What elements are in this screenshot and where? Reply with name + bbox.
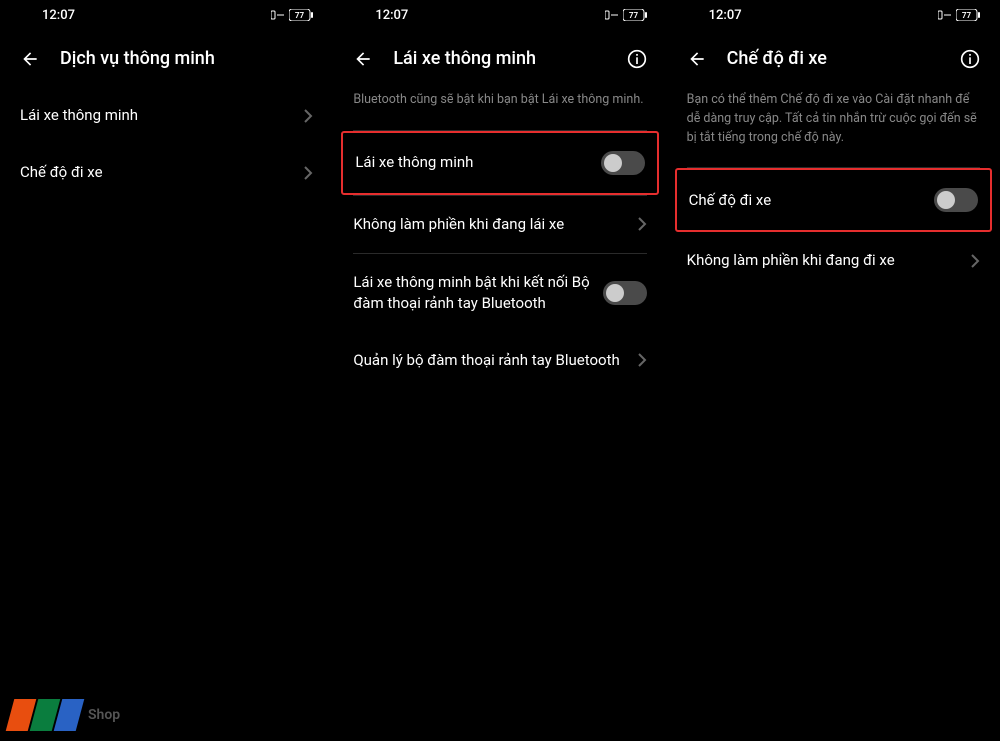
- header: Dịch vụ thông minh: [0, 30, 333, 87]
- toggle-label: Lái xe thông minh bật khi kết nối Bộ đàm…: [353, 272, 602, 314]
- fpt-shop-logo: Shop: [10, 699, 120, 731]
- menu-item-smart-driving[interactable]: Lái xe thông minh: [0, 87, 333, 144]
- menu-label: Không làm phiền khi đang lái xe: [353, 214, 636, 235]
- page-title: Dịch vụ thông minh: [60, 48, 313, 69]
- battery-level-icon: 77: [289, 9, 313, 21]
- status-right: 77: [271, 9, 313, 21]
- svg-text:77: 77: [295, 11, 305, 20]
- header: Lái xe thông minh: [333, 30, 666, 87]
- menu-item-dnd-driving[interactable]: Không làm phiền khi đang lái xe: [333, 196, 666, 253]
- battery-level-icon: 77: [956, 9, 980, 21]
- info-icon[interactable]: [627, 49, 647, 69]
- status-bar: 12:07 77: [333, 0, 666, 30]
- menu-label: Quản lý bộ đàm thoại rảnh tay Bluetooth: [353, 350, 636, 371]
- menu-item-bluetooth-manage[interactable]: Quản lý bộ đàm thoại rảnh tay Bluetooth: [333, 332, 666, 389]
- page-title: Lái xe thông minh: [393, 48, 606, 69]
- info-icon[interactable]: [960, 49, 980, 69]
- back-icon[interactable]: [687, 49, 707, 69]
- battery-level-icon: 77: [623, 9, 647, 21]
- menu-item-riding-mode[interactable]: Chế độ đi xe: [0, 144, 333, 201]
- logo-text: Shop: [88, 707, 120, 723]
- battery-icon: [938, 10, 952, 20]
- status-bar: 12:07 77: [0, 0, 333, 30]
- status-right: 77: [605, 9, 647, 21]
- toggle-bluetooth-driving[interactable]: Lái xe thông minh bật khi kết nối Bộ đàm…: [333, 254, 666, 332]
- highlighted-toggle-row: Lái xe thông minh: [341, 131, 658, 195]
- back-icon[interactable]: [20, 49, 40, 69]
- status-time: 12:07: [42, 8, 75, 23]
- chevron-right-icon: [303, 108, 313, 124]
- status-time: 12:07: [375, 8, 408, 23]
- toggle-switch[interactable]: [603, 281, 647, 305]
- screen-smart-services: 12:07 77 Dịch vụ thông minh Lái xe thông…: [0, 0, 333, 741]
- toggle-smart-driving[interactable]: Lái xe thông minh: [343, 133, 656, 193]
- battery-icon: [605, 10, 619, 20]
- status-time: 12:07: [709, 8, 742, 23]
- toggle-label: Chế độ đi xe: [689, 190, 934, 211]
- chevron-right-icon: [970, 253, 980, 269]
- chevron-right-icon: [637, 352, 647, 368]
- battery-icon: [271, 10, 285, 20]
- menu-label: Lái xe thông minh: [20, 105, 303, 126]
- menu-item-dnd-riding[interactable]: Không làm phiền khi đang đi xe: [667, 232, 1000, 289]
- screen-smart-driving: 12:07 77 Lái xe thông minh Bluetooth cũn…: [333, 0, 666, 741]
- highlighted-toggle-row: Chế độ đi xe: [675, 168, 992, 232]
- toggle-riding-mode[interactable]: Chế độ đi xe: [677, 170, 990, 230]
- svg-text:77: 77: [962, 11, 972, 20]
- toggle-switch[interactable]: [601, 151, 645, 175]
- svg-text:77: 77: [629, 11, 639, 20]
- toggle-label: Lái xe thông minh: [355, 152, 600, 173]
- menu-label: Chế độ đi xe: [20, 162, 303, 183]
- back-icon[interactable]: [353, 49, 373, 69]
- page-description: Bluetooth cũng sẽ bật khi bạn bật Lái xe…: [333, 87, 666, 130]
- page-title: Chế độ đi xe: [727, 48, 940, 69]
- status-bar: 12:07 77: [667, 0, 1000, 30]
- status-right: 77: [938, 9, 980, 21]
- header: Chế độ đi xe: [667, 30, 1000, 87]
- toggle-switch[interactable]: [934, 188, 978, 212]
- screen-riding-mode: 12:07 77 Chế độ đi xe Bạn có thể thêm Ch…: [667, 0, 1000, 741]
- chevron-right-icon: [303, 165, 313, 181]
- page-description: Bạn có thể thêm Chế độ đi xe vào Cài đặt…: [667, 87, 1000, 167]
- menu-label: Không làm phiền khi đang đi xe: [687, 250, 970, 271]
- chevron-right-icon: [637, 216, 647, 232]
